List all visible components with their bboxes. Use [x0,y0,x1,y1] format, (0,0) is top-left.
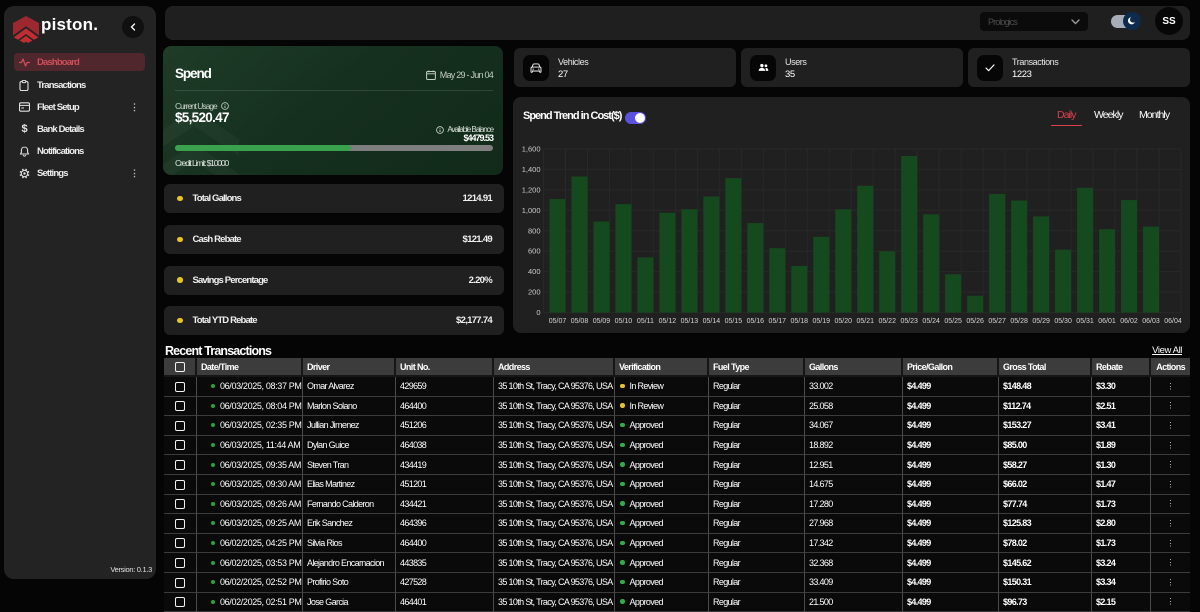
svg-text:05/19: 05/19 [813,318,831,325]
svg-text:400: 400 [528,267,541,276]
svg-text:06/02: 06/02 [1120,318,1138,325]
svg-text:05/25: 05/25 [944,318,962,325]
svg-text:05/17: 05/17 [769,318,787,325]
svg-text:05/29: 05/29 [1032,318,1050,325]
svg-text:05/20: 05/20 [835,318,853,325]
svg-text:05/15: 05/15 [725,318,743,325]
svg-text:0: 0 [536,308,540,317]
svg-text:06/04: 06/04 [1164,318,1182,325]
svg-text:05/08: 05/08 [571,318,589,325]
svg-text:05/23: 05/23 [900,318,918,325]
svg-text:1,200: 1,200 [522,185,541,194]
svg-text:06/03: 06/03 [1142,318,1160,325]
svg-text:05/26: 05/26 [966,318,984,325]
svg-text:600: 600 [528,247,541,256]
svg-text:05/22: 05/22 [878,318,896,325]
svg-text:05/24: 05/24 [922,318,940,325]
svg-text:05/16: 05/16 [747,318,765,325]
svg-text:200: 200 [528,288,541,297]
svg-text:05/07: 05/07 [549,318,567,325]
svg-text:800: 800 [528,226,541,235]
svg-text:05/10: 05/10 [615,318,633,325]
svg-text:05/09: 05/09 [593,318,611,325]
svg-text:1,400: 1,400 [522,165,541,174]
svg-text:05/14: 05/14 [703,318,721,325]
svg-text:06/01: 06/01 [1098,318,1116,325]
svg-text:05/30: 05/30 [1054,318,1072,325]
svg-text:05/31: 05/31 [1076,318,1094,325]
svg-text:05/13: 05/13 [681,318,699,325]
svg-text:05/11: 05/11 [637,318,654,325]
svg-text:05/12: 05/12 [659,318,677,325]
svg-text:05/18: 05/18 [791,318,809,325]
svg-text:05/21: 05/21 [856,318,874,325]
svg-text:1,000: 1,000 [522,206,541,215]
svg-text:05/28: 05/28 [1010,318,1028,325]
svg-text:1,600: 1,600 [522,144,541,153]
svg-text:05/27: 05/27 [988,318,1006,325]
